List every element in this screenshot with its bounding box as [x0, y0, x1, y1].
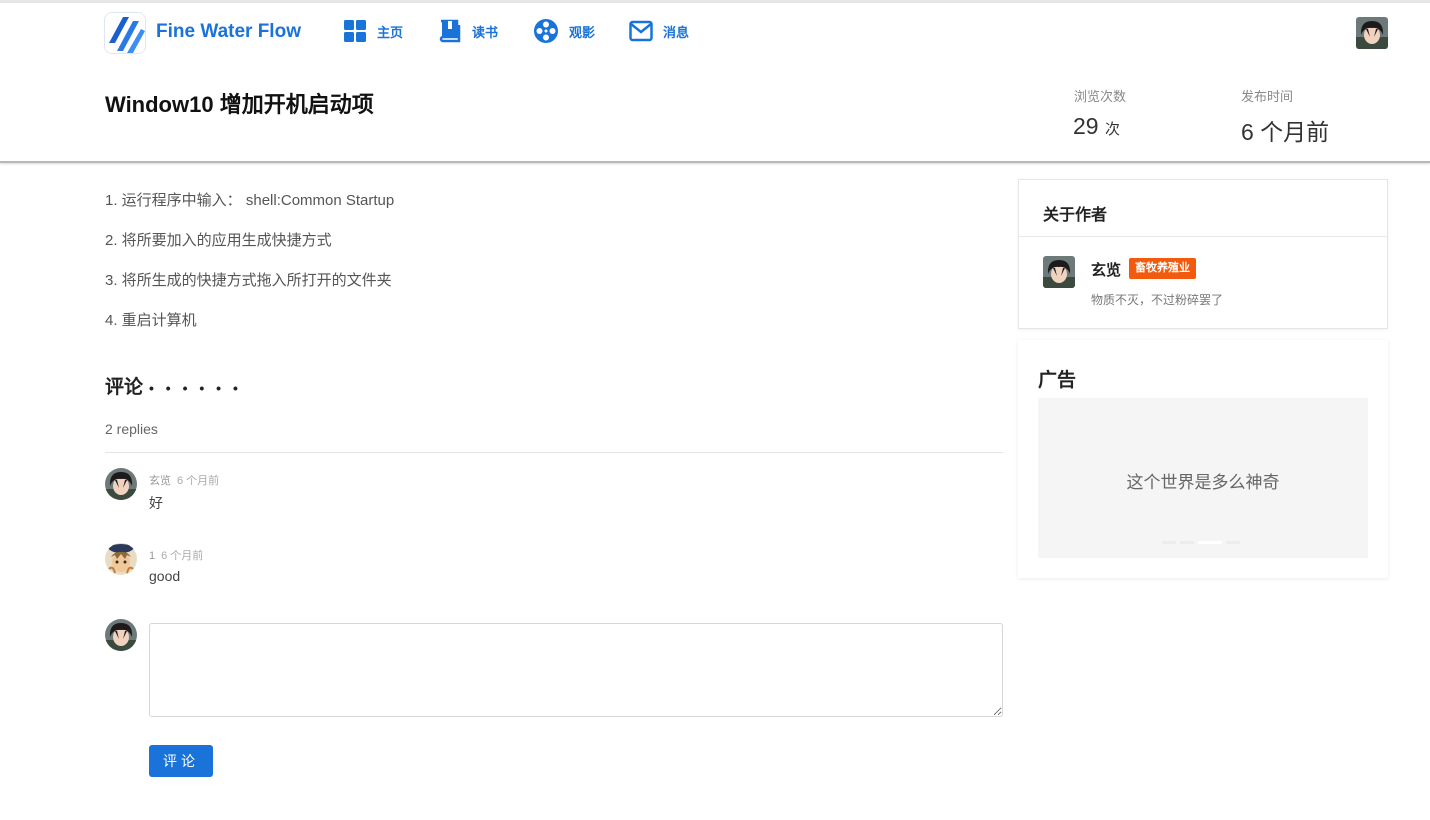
views-label: 浏览次数 — [1074, 89, 1127, 104]
commenter-avatar[interactable] — [105, 543, 137, 575]
ad-banner-text: 这个世界是多么神奇 — [1126, 473, 1280, 492]
submit-comment-button[interactable]: 评论 — [149, 745, 213, 777]
views-count: 29 次 — [1073, 113, 1120, 140]
nav-item-home[interactable]: 主页 — [343, 17, 403, 45]
article-body: 1. 运行程序中输入： shell:Common Startup 2. 将所要加… — [105, 190, 985, 350]
author-avatar[interactable] — [1043, 256, 1075, 288]
waves-logo-icon[interactable] — [104, 12, 146, 54]
comment-text: good — [149, 568, 181, 584]
comment-item: 玄览 6 个月前 好 — [105, 468, 1003, 528]
nav-item-messages[interactable]: 消息 — [629, 17, 689, 45]
ad-carousel-dot-active[interactable] — [1198, 541, 1222, 544]
ad-carousel-dot[interactable] — [1162, 541, 1176, 544]
ad-banner[interactable]: 这个世界是多么神奇 — [1038, 398, 1368, 558]
author-name[interactable]: 玄览 — [1091, 259, 1121, 280]
comment-item: 1 6 个月前 good — [105, 543, 1003, 603]
nav-label-read: 读书 — [472, 24, 499, 40]
nav-item-read[interactable]: 读书 — [438, 17, 498, 45]
ad-card: 广告 这个世界是多么神奇 — [1018, 340, 1388, 578]
ad-carousel-indicators — [1162, 541, 1240, 545]
mail-icon — [629, 20, 653, 42]
article-step: 4. 重启计算机 — [105, 312, 197, 329]
comment-author[interactable]: 1 — [149, 550, 155, 562]
author-card: 关于作者 玄览 畜牧养殖业 物质不灭，不过粉碎罢了 — [1018, 179, 1388, 329]
nav-label-messages: 消息 — [663, 24, 690, 40]
ad-carousel-dot[interactable] — [1180, 541, 1194, 544]
published-label: 发布时间 — [1241, 89, 1294, 104]
user-avatar[interactable] — [1356, 17, 1388, 49]
author-card-divider — [1019, 236, 1387, 237]
comment-time: 6 个月前 — [177, 475, 220, 487]
site-header: Fine Water Flow 主页 读书 观影 消息 Window10 增加开… — [0, 3, 1430, 163]
article-step: 2. 将所要加入的应用生成快捷方式 — [105, 232, 332, 249]
author-card-title: 关于作者 — [1043, 207, 1108, 224]
comment-meta: 玄览 6 个月前 — [149, 472, 219, 488]
book-icon — [439, 19, 461, 43]
author-bio: 物质不灭，不过粉碎罢了 — [1091, 293, 1224, 307]
views-unit: 次 — [1104, 121, 1120, 138]
nav-item-movie[interactable]: 观影 — [533, 17, 595, 45]
current-user-avatar — [105, 619, 137, 651]
ad-card-title: 广告 — [1038, 370, 1077, 391]
nav-label-home: 主页 — [377, 24, 404, 40]
commenter-avatar[interactable] — [105, 468, 137, 500]
comments-dots: • • • • • • — [149, 380, 242, 396]
brand-name[interactable]: Fine Water Flow — [156, 21, 301, 43]
comment-input[interactable] — [149, 623, 1003, 717]
article-step: 1. 运行程序中输入： shell:Common Startup — [105, 192, 395, 209]
comment-meta: 1 6 个月前 — [149, 547, 203, 563]
grid-icon — [344, 20, 366, 42]
comment-text: 好 — [149, 495, 163, 511]
author-tag-badge: 畜牧养殖业 — [1129, 258, 1196, 279]
ad-carousel-dot[interactable] — [1226, 541, 1240, 544]
comments-divider — [105, 452, 1003, 453]
film-reel-icon — [534, 19, 558, 43]
comment-time: 6 个月前 — [161, 550, 204, 562]
comment-author[interactable]: 玄览 — [149, 475, 171, 487]
nav-label-movie: 观影 — [569, 24, 596, 40]
replies-count: 2 replies — [105, 421, 158, 437]
comments-title: 评论 — [105, 377, 144, 398]
article-step: 3. 将所生成的快捷方式拖入所打开的文件夹 — [105, 272, 392, 289]
post-title: Window10 增加开机启动项 — [105, 92, 374, 117]
published-time: 6 个月前 — [1241, 119, 1330, 145]
comments-heading: 评论 • • • • • • — [105, 372, 242, 399]
views-number: 29 — [1073, 113, 1099, 139]
